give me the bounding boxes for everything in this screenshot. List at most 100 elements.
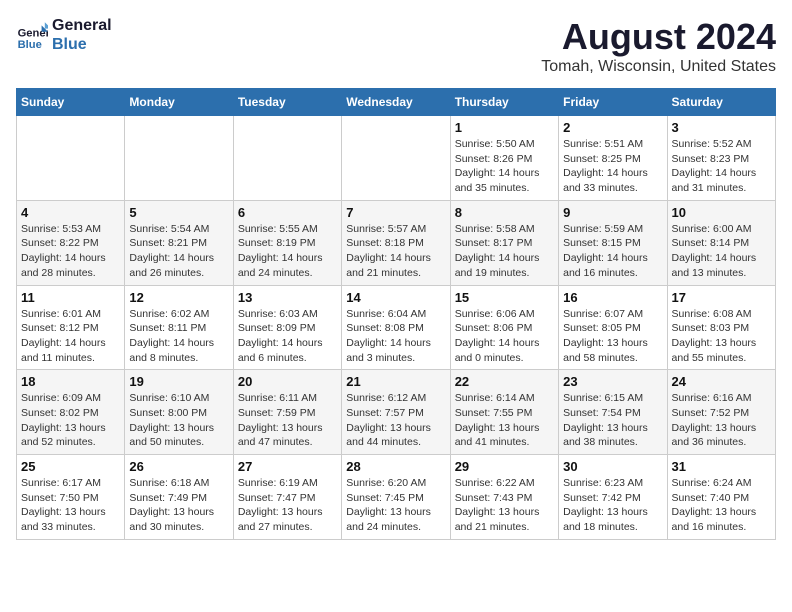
day-info: Sunrise: 6:15 AM Sunset: 7:54 PM Dayligh… [563, 391, 662, 450]
svg-text:Blue: Blue [18, 39, 42, 51]
day-info: Sunrise: 5:51 AM Sunset: 8:25 PM Dayligh… [563, 137, 662, 196]
header-monday: Monday [125, 89, 233, 116]
cell-week1-day3 [342, 116, 450, 201]
day-number: 4 [21, 205, 120, 220]
day-info: Sunrise: 6:08 AM Sunset: 8:03 PM Dayligh… [672, 307, 771, 366]
day-info: Sunrise: 6:19 AM Sunset: 7:47 PM Dayligh… [238, 476, 337, 535]
cell-week5-day5: 30Sunrise: 6:23 AM Sunset: 7:42 PM Dayli… [559, 455, 667, 540]
day-info: Sunrise: 5:59 AM Sunset: 8:15 PM Dayligh… [563, 222, 662, 281]
day-number: 31 [672, 459, 771, 474]
day-number: 7 [346, 205, 445, 220]
week-row-4: 18Sunrise: 6:09 AM Sunset: 8:02 PM Dayli… [17, 370, 776, 455]
day-number: 19 [129, 374, 228, 389]
cell-week2-day2: 6 Sunrise: 5:55 AM Sunset: 8:19 PM Daylig… [233, 200, 341, 285]
day-info: Sunrise: 6:17 AM Sunset: 7:50 PM Dayligh… [21, 476, 120, 535]
cell-week5-day6: 31 Sunrise: 6:24 AM Sunset: 7:40 PM Dayli… [667, 455, 775, 540]
day-number: 27 [238, 459, 337, 474]
cell-week3-day1: 12 Sunrise: 6:02 AM Sunset: 8:11 PM Dayli… [125, 285, 233, 370]
day-number: 5 [129, 205, 228, 220]
day-number: 20 [238, 374, 337, 389]
cell-week2-day5: 9 Sunrise: 5:59 AM Sunset: 8:15 PM Daylig… [559, 200, 667, 285]
day-number: 8 [455, 205, 554, 220]
cell-week4-day4: 22 Sunrise: 6:14 AM Sunset: 7:55 PM Dayli… [450, 370, 558, 455]
day-info: Sunrise: 5:54 AM Sunset: 8:21 PM Dayligh… [129, 222, 228, 281]
calendar-header-row: Sunday Monday Tuesday Wednesday Thursday… [17, 89, 776, 116]
day-info: Sunrise: 6:22 AM Sunset: 7:43 PM Dayligh… [455, 476, 554, 535]
day-number: 21 [346, 374, 445, 389]
day-number: 29 [455, 459, 554, 474]
day-info: Sunrise: 5:55 AM Sunset: 8:19 PM Dayligh… [238, 222, 337, 281]
day-number: 16 [563, 290, 662, 305]
cell-week2-day3: 7 Sunrise: 5:57 AM Sunset: 8:18 PM Daylig… [342, 200, 450, 285]
cell-week5-day2: 27 Sunrise: 6:19 AM Sunset: 7:47 PM Dayli… [233, 455, 341, 540]
logo-text-line2: Blue [52, 35, 112, 54]
cell-week2-day6: 10 Sunrise: 6:00 AM Sunset: 8:14 PM Dayli… [667, 200, 775, 285]
day-number: 9 [563, 205, 662, 220]
day-number: 23 [563, 374, 662, 389]
cell-week4-day3: 21 Sunrise: 6:12 AM Sunset: 7:57 PM Dayli… [342, 370, 450, 455]
cell-week1-day2 [233, 116, 341, 201]
logo: General Blue General Blue [16, 16, 112, 54]
day-number: 6 [238, 205, 337, 220]
day-info: Sunrise: 6:16 AM Sunset: 7:52 PM Dayligh… [672, 391, 771, 450]
cell-week3-day4: 15 Sunrise: 6:06 AM Sunset: 8:06 PM Dayli… [450, 285, 558, 370]
day-number: 17 [672, 290, 771, 305]
day-number: 1 [455, 120, 554, 135]
cell-week4-day5: 23 Sunrise: 6:15 AM Sunset: 7:54 PM Dayli… [559, 370, 667, 455]
cell-week2-day1: 5 Sunrise: 5:54 AM Sunset: 8:21 PM Daylig… [125, 200, 233, 285]
day-number: 13 [238, 290, 337, 305]
week-row-5: 25 Sunrise: 6:17 AM Sunset: 7:50 PM Dayli… [17, 455, 776, 540]
day-number: 26 [129, 459, 228, 474]
day-info: Sunrise: 6:11 AM Sunset: 7:59 PM Dayligh… [238, 391, 337, 450]
cell-week5-day3: 28Sunrise: 6:20 AM Sunset: 7:45 PM Dayli… [342, 455, 450, 540]
day-info: Sunrise: 6:01 AM Sunset: 8:12 PM Dayligh… [21, 307, 120, 366]
day-info: Sunrise: 6:12 AM Sunset: 7:57 PM Dayligh… [346, 391, 445, 450]
day-number: 12 [129, 290, 228, 305]
day-info: Sunrise: 6:20 AM Sunset: 7:45 PM Dayligh… [346, 476, 445, 535]
cell-week3-day6: 17 Sunrise: 6:08 AM Sunset: 8:03 PM Dayli… [667, 285, 775, 370]
week-row-1: 1Sunrise: 5:50 AM Sunset: 8:26 PM Daylig… [17, 116, 776, 201]
logo-text-line1: General [52, 16, 112, 35]
cell-week3-day3: 14 Sunrise: 6:04 AM Sunset: 8:08 PM Dayli… [342, 285, 450, 370]
cell-week3-day5: 16 Sunrise: 6:07 AM Sunset: 8:05 PM Dayli… [559, 285, 667, 370]
header-saturday: Saturday [667, 89, 775, 116]
day-number: 25 [21, 459, 120, 474]
day-info: Sunrise: 6:02 AM Sunset: 8:11 PM Dayligh… [129, 307, 228, 366]
day-number: 18 [21, 374, 120, 389]
week-row-3: 11Sunrise: 6:01 AM Sunset: 8:12 PM Dayli… [17, 285, 776, 370]
header-thursday: Thursday [450, 89, 558, 116]
day-info: Sunrise: 6:24 AM Sunset: 7:40 PM Dayligh… [672, 476, 771, 535]
header-tuesday: Tuesday [233, 89, 341, 116]
week-row-2: 4Sunrise: 5:53 AM Sunset: 8:22 PM Daylig… [17, 200, 776, 285]
cell-week1-day5: 2 Sunrise: 5:51 AM Sunset: 8:25 PM Daylig… [559, 116, 667, 201]
day-number: 3 [672, 120, 771, 135]
cell-week5-day4: 29 Sunrise: 6:22 AM Sunset: 7:43 PM Dayli… [450, 455, 558, 540]
day-number: 2 [563, 120, 662, 135]
cell-week5-day0: 25 Sunrise: 6:17 AM Sunset: 7:50 PM Dayli… [17, 455, 125, 540]
header-friday: Friday [559, 89, 667, 116]
cell-week5-day1: 26 Sunrise: 6:18 AM Sunset: 7:49 PM Dayli… [125, 455, 233, 540]
day-info: Sunrise: 6:00 AM Sunset: 8:14 PM Dayligh… [672, 222, 771, 281]
day-info: Sunrise: 6:06 AM Sunset: 8:06 PM Dayligh… [455, 307, 554, 366]
day-info: Sunrise: 5:57 AM Sunset: 8:18 PM Dayligh… [346, 222, 445, 281]
header: General Blue General Blue August 2024 To… [16, 16, 776, 76]
day-info: Sunrise: 6:10 AM Sunset: 8:00 PM Dayligh… [129, 391, 228, 450]
header-wednesday: Wednesday [342, 89, 450, 116]
calendar-table: Sunday Monday Tuesday Wednesday Thursday… [16, 88, 776, 540]
cell-week4-day6: 24Sunrise: 6:16 AM Sunset: 7:52 PM Dayli… [667, 370, 775, 455]
cell-week1-day1 [125, 116, 233, 201]
day-number: 22 [455, 374, 554, 389]
day-number: 15 [455, 290, 554, 305]
day-info: Sunrise: 6:23 AM Sunset: 7:42 PM Dayligh… [563, 476, 662, 535]
cell-week3-day0: 11Sunrise: 6:01 AM Sunset: 8:12 PM Dayli… [17, 285, 125, 370]
calendar-title: August 2024 [541, 16, 776, 58]
day-info: Sunrise: 6:14 AM Sunset: 7:55 PM Dayligh… [455, 391, 554, 450]
day-info: Sunrise: 6:18 AM Sunset: 7:49 PM Dayligh… [129, 476, 228, 535]
day-number: 10 [672, 205, 771, 220]
cell-week2-day4: 8Sunrise: 5:58 AM Sunset: 8:17 PM Daylig… [450, 200, 558, 285]
day-info: Sunrise: 6:07 AM Sunset: 8:05 PM Dayligh… [563, 307, 662, 366]
day-info: Sunrise: 6:03 AM Sunset: 8:09 PM Dayligh… [238, 307, 337, 366]
day-number: 14 [346, 290, 445, 305]
logo-icon: General Blue [16, 19, 48, 51]
day-info: Sunrise: 6:04 AM Sunset: 8:08 PM Dayligh… [346, 307, 445, 366]
